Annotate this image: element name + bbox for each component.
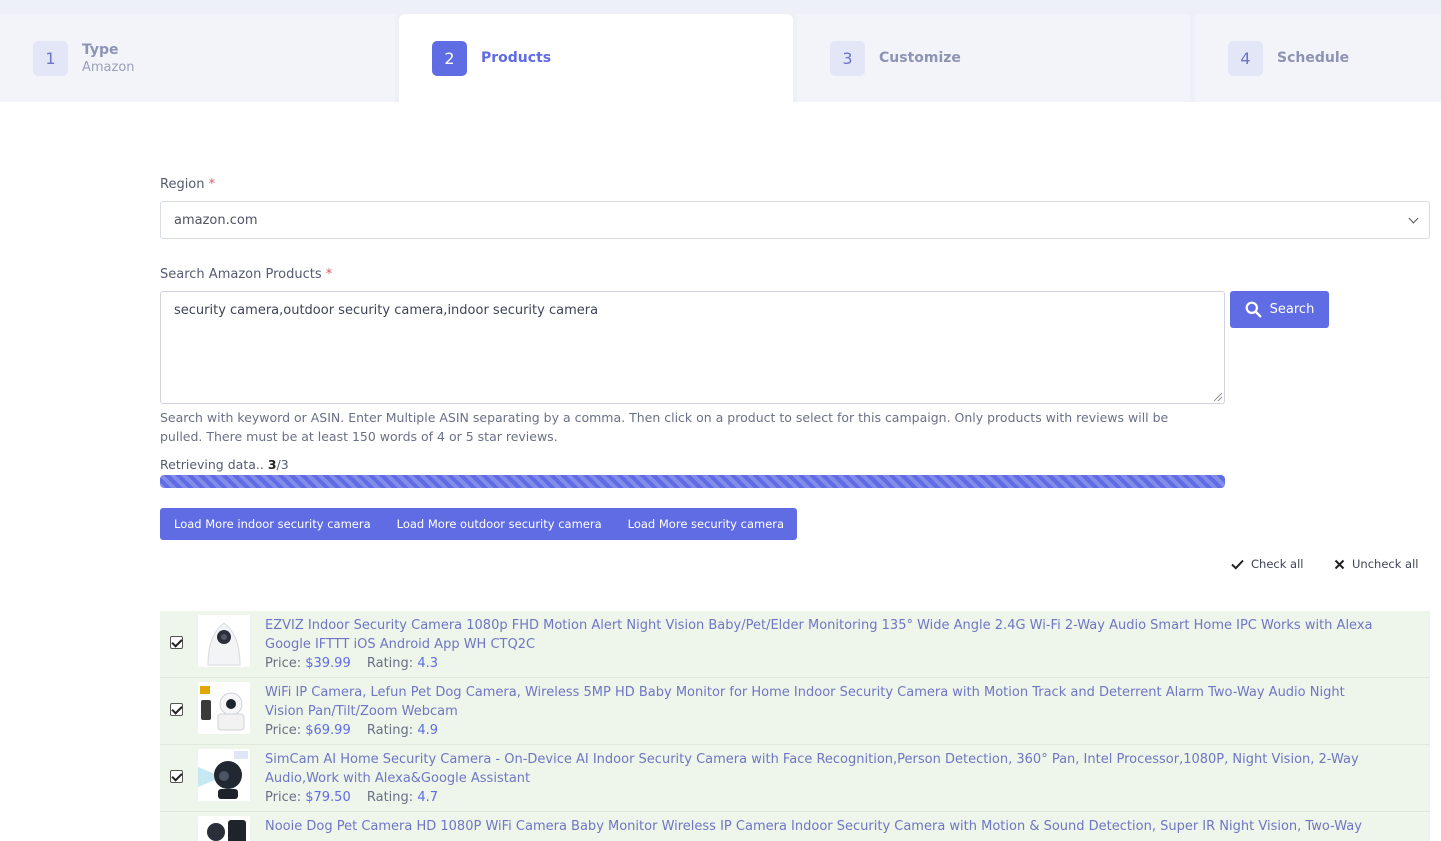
- retrieving-current: 3: [267, 457, 277, 472]
- step-number: 2: [432, 40, 467, 76]
- product-checkbox[interactable]: [170, 770, 183, 783]
- product-price: $79.50: [305, 790, 351, 805]
- product-rating: 4.9: [417, 723, 438, 738]
- product-checkbox[interactable]: [170, 703, 183, 716]
- rating-label: Rating:: [366, 790, 414, 805]
- product-title[interactable]: WiFi IP Camera, Lefun Pet Dog Camera, Wi…: [265, 683, 1385, 721]
- load-more-indoor-button[interactable]: Load More indoor security camera: [160, 508, 384, 540]
- rating-label: Rating:: [366, 656, 414, 671]
- product-row[interactable]: EZVIZ Indoor Security Camera 1080p FHD M…: [160, 611, 1430, 678]
- progress-bar: [160, 475, 1225, 488]
- required-marker: *: [208, 177, 216, 192]
- progress-bar-fill: [160, 475, 1225, 488]
- step-schedule[interactable]: 4 Schedule: [1195, 14, 1441, 102]
- price-label: Price:: [265, 790, 302, 805]
- search-label-text: Search Amazon Products: [160, 267, 322, 282]
- rating-label: Rating:: [366, 723, 414, 738]
- product-price: $39.99: [305, 656, 351, 671]
- step-type[interactable]: 1 Type Amazon: [0, 14, 395, 102]
- search-label: Search Amazon Products *: [160, 267, 332, 282]
- product-meta: Price: $39.99 Rating: 4.3: [265, 654, 1385, 673]
- step-number: 3: [830, 40, 865, 76]
- product-row[interactable]: Nooie Dog Pet Camera HD 1080P WiFi Camer…: [160, 812, 1430, 841]
- step-title: Type: [82, 41, 119, 58]
- price-label: Price:: [265, 656, 302, 671]
- product-price: $69.99: [305, 723, 351, 738]
- region-label-text: Region: [160, 177, 205, 192]
- step-number: 4: [1228, 40, 1263, 76]
- check-all-label: Check all: [1251, 557, 1304, 571]
- check-all-button[interactable]: Check all: [1231, 557, 1303, 571]
- step-subtitle: Amazon: [82, 59, 135, 75]
- product-rating: 4.7: [417, 790, 438, 805]
- product-title[interactable]: SimCam AI Home Security Camera - On-Devi…: [265, 750, 1385, 788]
- search-button[interactable]: Search: [1230, 291, 1329, 328]
- product-thumbnail: [198, 682, 250, 734]
- product-row[interactable]: SimCam AI Home Security Camera - On-Devi…: [160, 745, 1430, 812]
- load-more-group: Load More indoor security camera Load Mo…: [160, 508, 798, 540]
- step-products[interactable]: 2 Products: [399, 14, 793, 102]
- product-checkbox[interactable]: [170, 636, 183, 649]
- product-thumbnail: [198, 615, 250, 667]
- search-help-text: Search with keyword or ASIN. Enter Multi…: [160, 410, 1169, 444]
- product-meta: Price: $69.99 Rating: 4.9: [265, 721, 1385, 740]
- uncheck-all-label: Uncheck all: [1352, 557, 1419, 571]
- retrieving-label: Retrieving data..: [160, 457, 264, 472]
- close-icon: [1334, 559, 1345, 569]
- wizard-stepper: 1 Type Amazon 2 Products 3 Customize 4 S…: [0, 0, 1441, 102]
- check-icon: [1231, 559, 1244, 570]
- search-icon: [1245, 301, 1262, 318]
- product-title[interactable]: EZVIZ Indoor Security Camera 1080p FHD M…: [265, 616, 1385, 654]
- search-button-label: Search: [1269, 302, 1315, 317]
- step-title: Schedule: [1277, 50, 1350, 66]
- load-more-outdoor-button[interactable]: Load More outdoor security camera: [384, 508, 615, 540]
- product-thumbnail: [198, 749, 250, 801]
- step-customize[interactable]: 3 Customize: [797, 14, 1190, 102]
- retrieving-status: Retrieving data.. 3/3: [160, 457, 289, 472]
- product-thumbnail: [198, 816, 250, 841]
- load-more-security-button[interactable]: Load More security camera: [615, 508, 797, 540]
- product-row[interactable]: WiFi IP Camera, Lefun Pet Dog Camera, Wi…: [160, 678, 1430, 745]
- search-textarea-value: security camera,outdoor security camera,…: [174, 303, 599, 318]
- uncheck-all-button[interactable]: Uncheck all: [1334, 557, 1418, 571]
- product-list: EZVIZ Indoor Security Camera 1080p FHD M…: [160, 611, 1430, 841]
- step-title: Customize: [879, 50, 961, 66]
- retrieving-total: /3: [276, 457, 289, 472]
- product-meta: Price: $79.50 Rating: 4.7: [265, 788, 1385, 807]
- region-select-value: amazon.com: [174, 212, 258, 228]
- chevron-down-icon: [1408, 213, 1419, 224]
- search-textarea[interactable]: security camera,outdoor security camera,…: [160, 291, 1225, 404]
- step-number: 1: [33, 40, 68, 76]
- region-label: Region *: [160, 177, 215, 192]
- price-label: Price:: [265, 723, 302, 738]
- resize-handle-icon[interactable]: [1214, 393, 1222, 401]
- region-select[interactable]: amazon.com: [160, 201, 1430, 239]
- step-title: Products: [481, 50, 552, 66]
- product-rating: 4.3: [417, 656, 438, 671]
- product-title[interactable]: Nooie Dog Pet Camera HD 1080P WiFi Camer…: [265, 817, 1385, 836]
- required-marker: *: [325, 267, 333, 282]
